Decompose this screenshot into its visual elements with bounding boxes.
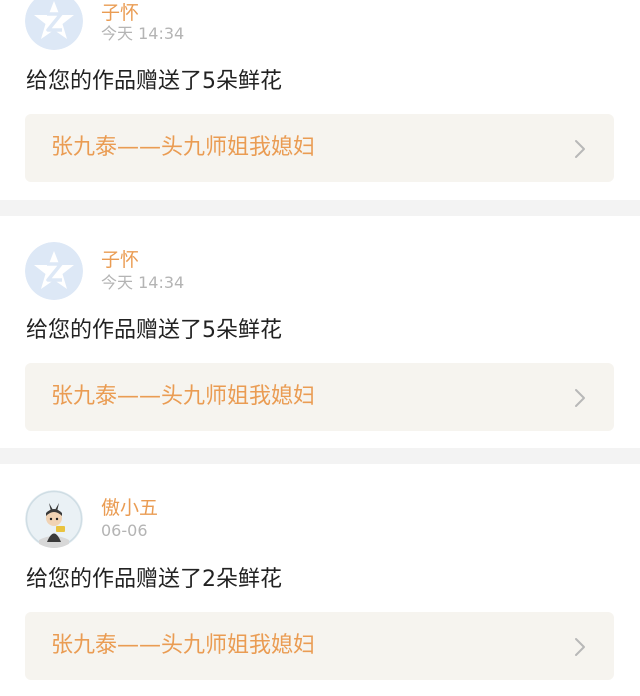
notification-card: 傲小五 06-06 给您的作品赠送了2朵鲜花 张九泰——头九师姐我媳妇 xyxy=(0,464,640,696)
card-separator xyxy=(0,448,640,464)
work-link[interactable]: 张九泰——头九师姐我媳妇 xyxy=(25,363,614,431)
username[interactable]: 子怀 xyxy=(101,249,139,271)
timestamp: 今天 14:34 xyxy=(101,273,185,292)
chevron-right-icon xyxy=(574,388,586,408)
timestamp: 06-06 xyxy=(101,521,148,540)
card-separator xyxy=(0,200,640,216)
work-title: 张九泰——头九师姐我媳妇 xyxy=(51,384,316,409)
avatar[interactable] xyxy=(25,242,83,300)
work-link[interactable]: 张九泰——头九师姐我媳妇 xyxy=(25,612,614,680)
gift-message: 给您的作品赠送了2朵鲜花 xyxy=(26,567,282,592)
avatar[interactable] xyxy=(25,490,83,548)
avatar[interactable] xyxy=(25,0,83,50)
notification-card: 子怀 今天 14:34 给您的作品赠送了5朵鲜花 张九泰——头九师姐我媳妇 xyxy=(0,0,640,200)
qq-default-avatar-icon xyxy=(25,0,83,50)
gift-notification-feed: 子怀 今天 14:34 给您的作品赠送了5朵鲜花 张九泰——头九师姐我媳妇 子怀… xyxy=(0,0,640,696)
username[interactable]: 子怀 xyxy=(101,2,139,24)
chevron-right-icon xyxy=(574,637,586,657)
work-link[interactable]: 张九泰——头九师姐我媳妇 xyxy=(25,114,614,182)
gift-message: 给您的作品赠送了5朵鲜花 xyxy=(26,318,282,343)
chevron-right-icon xyxy=(574,139,586,159)
timestamp: 今天 14:34 xyxy=(101,24,185,43)
gift-message: 给您的作品赠送了5朵鲜花 xyxy=(26,69,282,94)
qq-default-avatar-icon xyxy=(25,242,83,300)
username[interactable]: 傲小五 xyxy=(101,497,158,519)
work-title: 张九泰——头九师姐我媳妇 xyxy=(51,135,316,160)
cartoon-figure-avatar-icon xyxy=(25,490,83,548)
work-title: 张九泰——头九师姐我媳妇 xyxy=(51,633,316,658)
notification-card: 子怀 今天 14:34 给您的作品赠送了5朵鲜花 张九泰——头九师姐我媳妇 xyxy=(0,216,640,448)
